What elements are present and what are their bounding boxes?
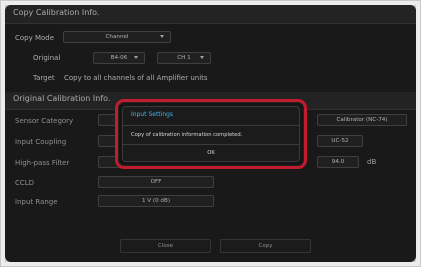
ok-button[interactable]: OK — [123, 144, 299, 161]
dialog-title: Input Settings — [131, 111, 174, 118]
dialog-message: Copy of calibration information complete… — [131, 132, 243, 138]
dialog-body: Input Settings Copy of calibration infor… — [122, 106, 300, 162]
input-settings-dialog: Input Settings Copy of calibration infor… — [115, 99, 307, 169]
dialog-divider — [123, 125, 299, 126]
